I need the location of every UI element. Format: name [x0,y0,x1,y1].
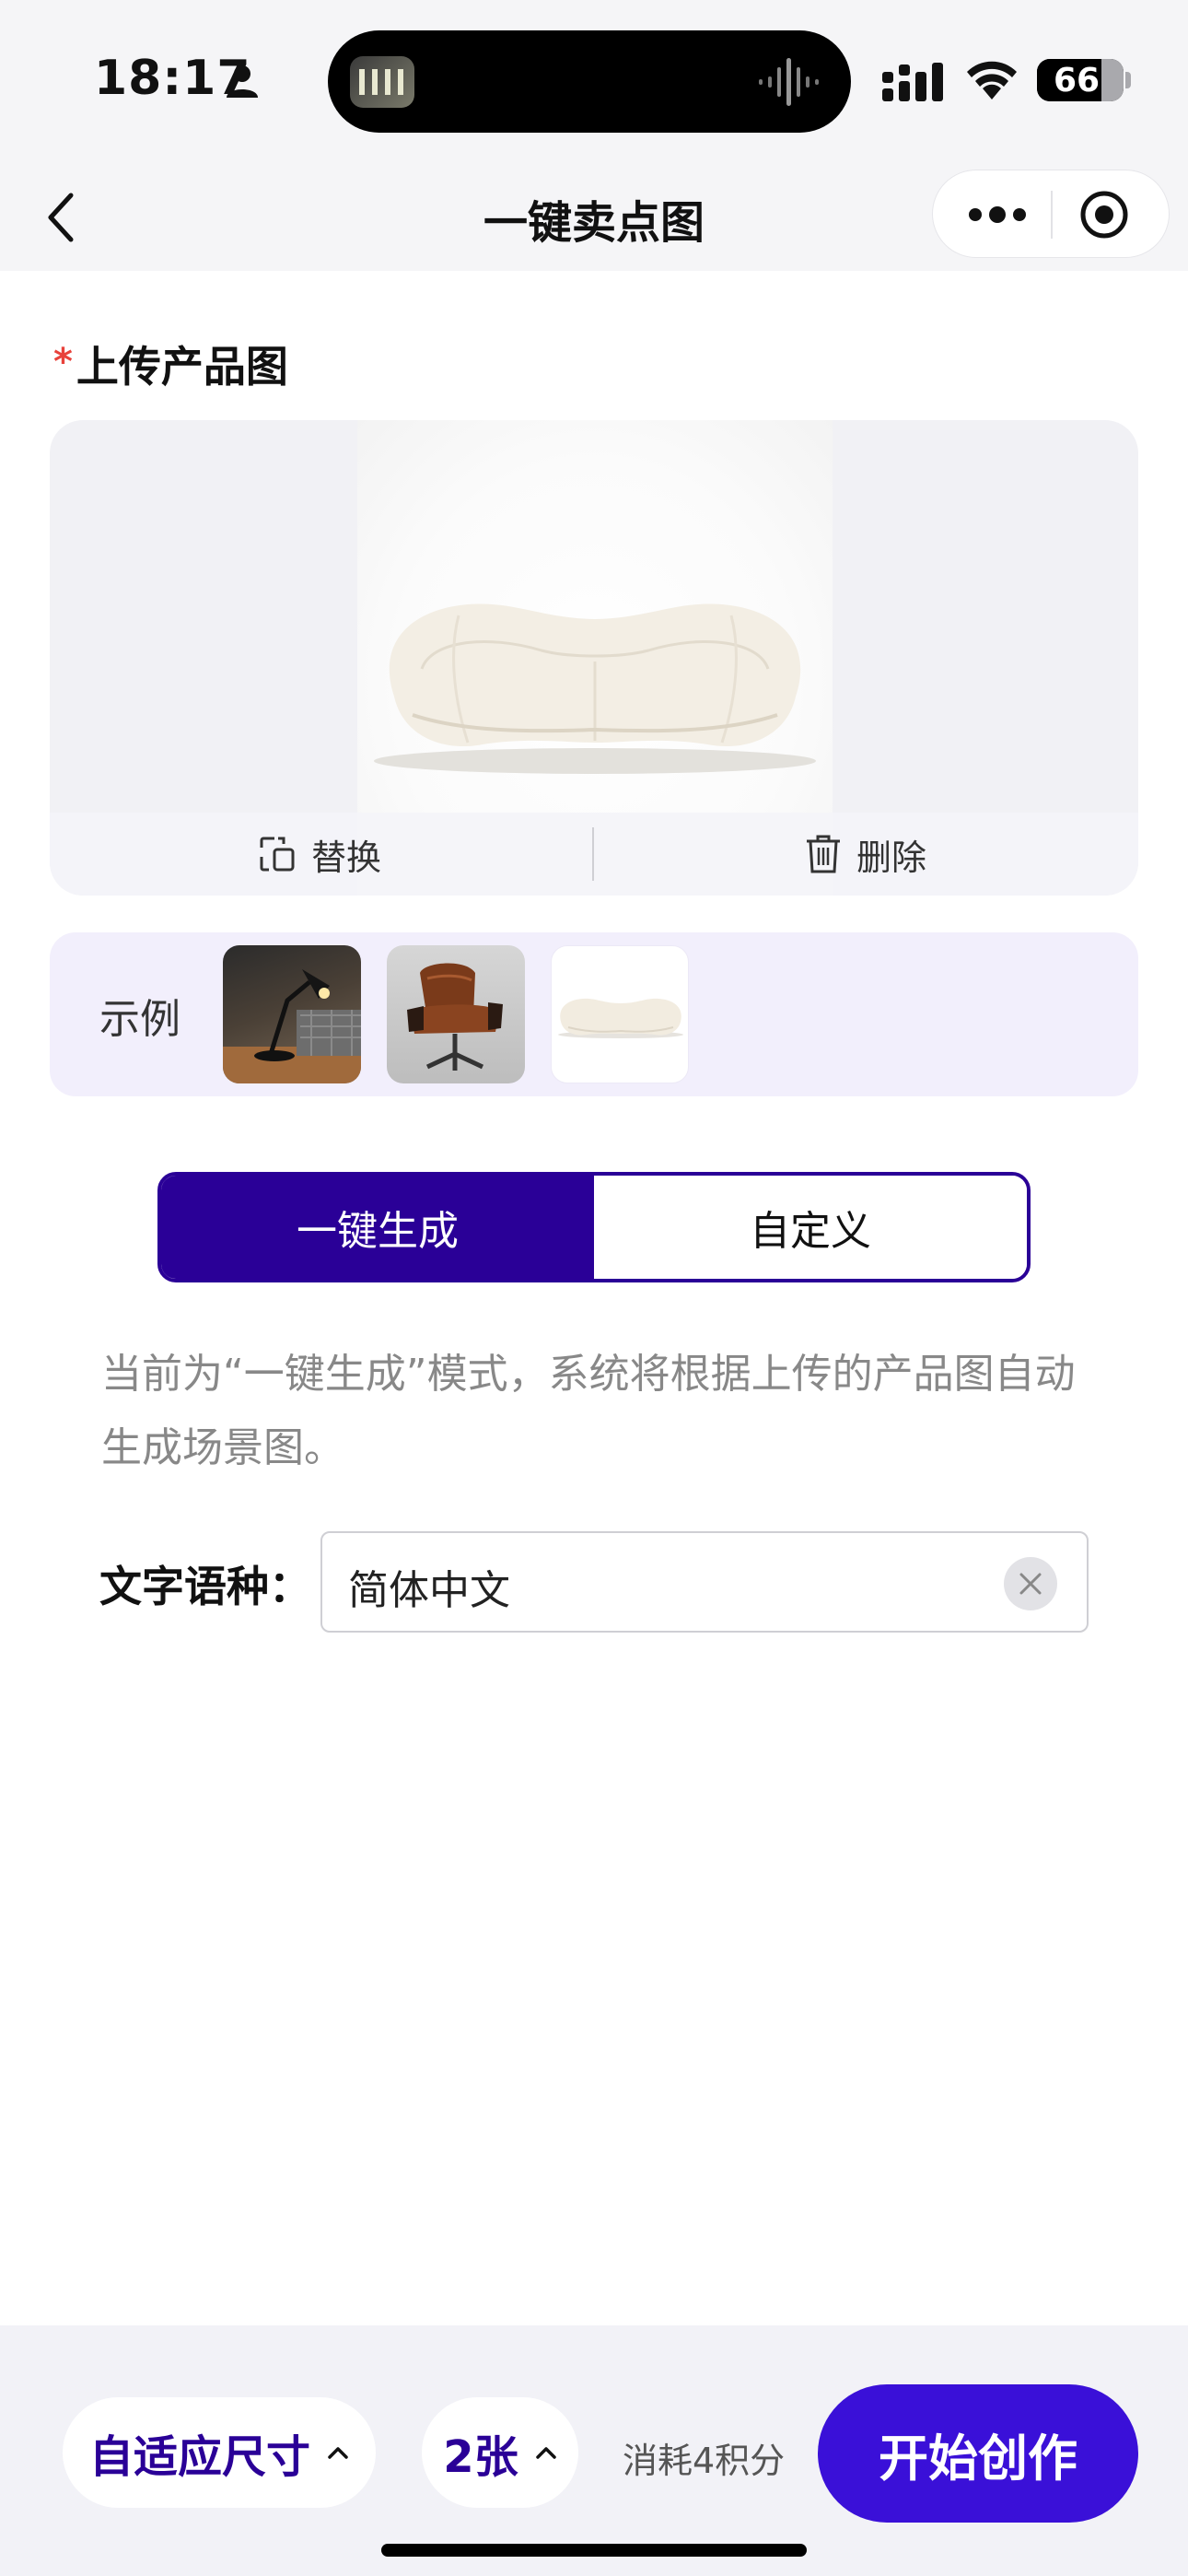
trash-icon [807,835,840,873]
examples-strip: 示例 [50,932,1138,1096]
examples-label: 示例 [99,996,181,1043]
product-image-upload[interactable]: 替换 删除 [50,420,1138,896]
chevron-up-icon [535,2447,556,2459]
start-create-button[interactable]: 开始创作 [818,2384,1138,2523]
example-thumbnail[interactable] [551,945,689,1083]
battery-indicator: 66 [1037,59,1124,101]
replace-label: 替换 [311,837,382,878]
sofa-thumbnail-image [558,998,683,1038]
more-dots-icon [969,206,1026,223]
language-label: 文字语种： [99,1562,311,1611]
credit-cost: 消耗4积分 [623,2441,786,2481]
cellular-signal-icon [882,63,943,101]
action-separator [592,827,594,881]
battery-level: 66 [1053,62,1101,100]
replace-icon [260,837,295,872]
desk-lamp-image [223,969,361,1083]
battery-tip [1125,72,1131,88]
close-icon [1019,1573,1042,1595]
lounge-chair-image [407,963,503,1071]
person-icon [227,65,258,98]
upload-label-text: 上传产品图 [76,342,288,392]
delete-button[interactable]: 删除 [805,813,926,896]
close-miniprogram-icon[interactable] [1078,189,1130,240]
upload-action-bar: 替换 删除 [50,813,1138,896]
language-select[interactable]: 简体中文 [320,1531,1089,1633]
replace-button[interactable]: 替换 [258,813,381,896]
dynamic-island[interactable] [328,30,851,133]
example-thumbnail[interactable] [387,945,525,1083]
miniprogram-capsule [932,170,1170,258]
delete-label: 删除 [856,837,927,878]
chevron-up-icon [328,2447,348,2459]
size-selector[interactable]: 自适应尺寸 [63,2397,376,2508]
more-button[interactable] [961,191,1034,239]
now-playing-thumbnail [350,56,414,108]
bottom-action-bar: 自适应尺寸 2张 消耗4积分 开始创作 [0,2325,1188,2576]
size-selector-label: 自适应尺寸 [88,2431,310,2483]
nav-bar: 一键卖点图 [0,166,1188,271]
mode-toggle: 一键生成 自定义 [157,1172,1031,1282]
status-bar: 18:17 66 [0,0,1188,166]
wifi-icon [967,61,1017,100]
example-thumbnail[interactable] [223,945,361,1083]
language-value: 简体中文 [348,1567,510,1614]
capsule-divider [1051,191,1053,239]
home-indicator[interactable] [381,2544,807,2557]
upload-section-title: *上传产品图 [53,334,288,394]
count-selector[interactable]: 2张 [422,2397,578,2508]
count-selector-label: 2张 [443,2431,518,2483]
mode-description: 当前为“一键生成”模式，系统将根据上传的产品图自动生成场景图。 [101,1351,1076,1471]
mode-custom-button[interactable]: 自定义 [594,1176,1027,1279]
required-mark: * [53,341,73,383]
mode-auto-button[interactable]: 一键生成 [161,1176,594,1279]
clear-language-button[interactable] [1004,1557,1057,1610]
audio-waveform-icon [759,58,819,106]
